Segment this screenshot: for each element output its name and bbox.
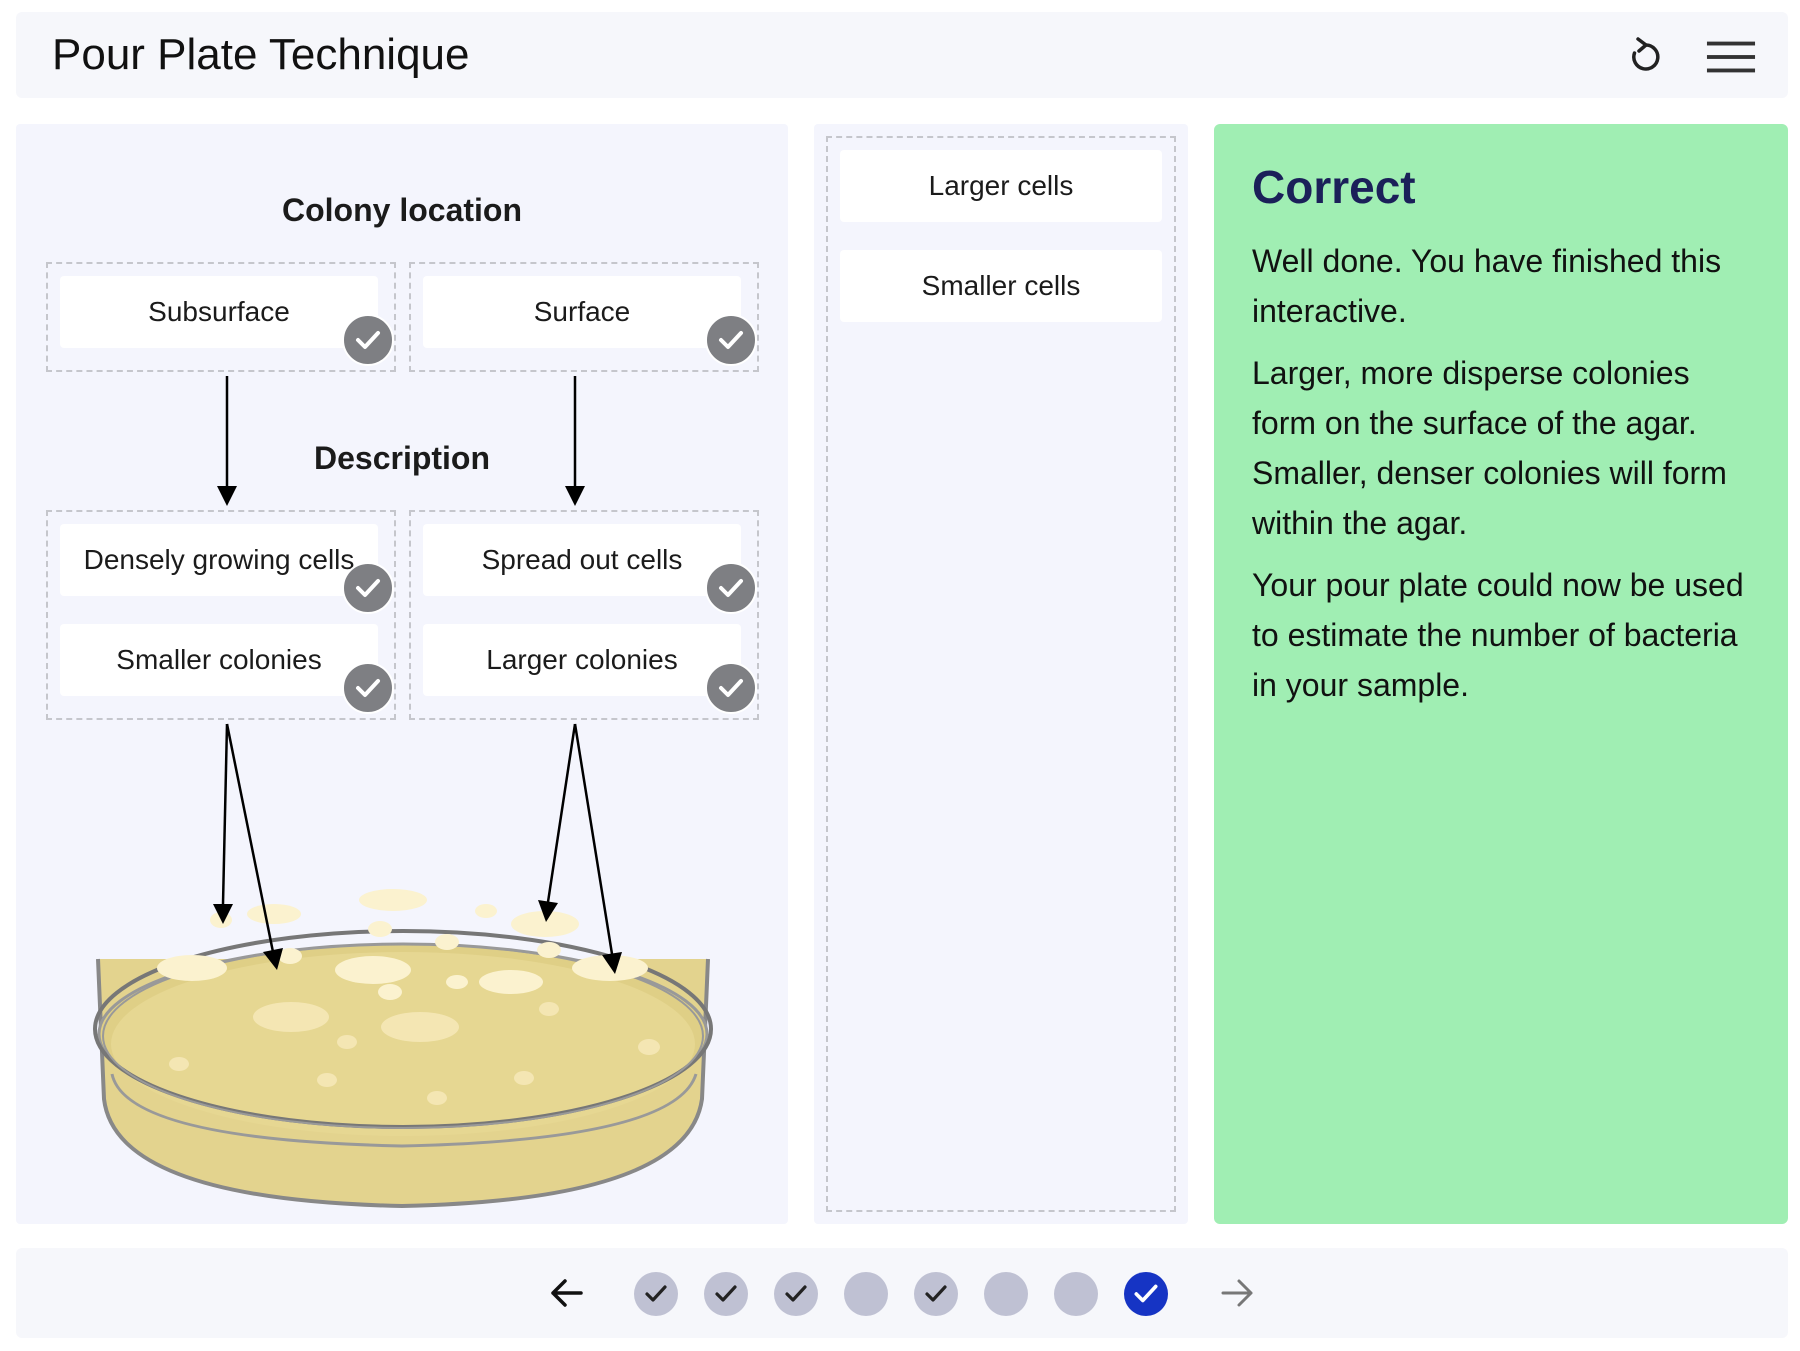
reset-icon bbox=[1632, 37, 1660, 71]
step-2-dot[interactable] bbox=[704, 1272, 748, 1316]
feedback-paragraph: Well done. You have finished this intera… bbox=[1252, 243, 1722, 329]
feedback-panel: Correct Well done. You have finished thi… bbox=[1214, 124, 1788, 1224]
step-1-dot[interactable] bbox=[634, 1272, 678, 1316]
next-button[interactable] bbox=[1214, 1270, 1260, 1316]
check-icon bbox=[715, 1285, 737, 1302]
check-icon bbox=[1134, 1284, 1158, 1303]
page-title: Pour Plate Technique bbox=[52, 30, 470, 79]
feedback-paragraph: Your pour plate could now be used to est… bbox=[1252, 567, 1744, 703]
diagram-panel: Colony location Subsurface Surface Descr… bbox=[16, 124, 788, 1224]
arrow-left-icon bbox=[551, 1279, 583, 1307]
menu-button[interactable] bbox=[1706, 32, 1756, 82]
step-7-dot[interactable] bbox=[1054, 1272, 1098, 1316]
check-icon bbox=[785, 1285, 807, 1302]
feedback-title: Correct bbox=[1252, 161, 1416, 213]
check-icon bbox=[925, 1285, 947, 1302]
check-icon bbox=[645, 1285, 667, 1302]
tile-bank-dropzone[interactable]: Larger cells Smaller cells bbox=[826, 136, 1176, 1212]
tile-smaller-cells[interactable]: Smaller cells bbox=[840, 250, 1162, 322]
step-6-dot[interactable] bbox=[984, 1272, 1028, 1316]
reset-button[interactable] bbox=[1621, 32, 1671, 82]
arrow-right-icon bbox=[1221, 1279, 1253, 1307]
previous-button[interactable] bbox=[544, 1270, 590, 1316]
petri-dish-illustration bbox=[93, 376, 713, 1209]
tile-larger-cells[interactable]: Larger cells bbox=[840, 150, 1162, 222]
header-bar: Pour Plate Technique bbox=[16, 12, 1788, 98]
step-5-dot[interactable] bbox=[914, 1272, 958, 1316]
step-navigation bbox=[16, 1248, 1788, 1338]
tile-bank-panel: Larger cells Smaller cells bbox=[814, 124, 1188, 1224]
step-8-dot-current[interactable] bbox=[1124, 1272, 1168, 1316]
feedback-paragraph: Larger, more disperse colonies form on t… bbox=[1252, 355, 1727, 541]
step-4-dot[interactable] bbox=[844, 1272, 888, 1316]
step-3-dot[interactable] bbox=[774, 1272, 818, 1316]
hamburger-menu-icon bbox=[1706, 41, 1756, 73]
